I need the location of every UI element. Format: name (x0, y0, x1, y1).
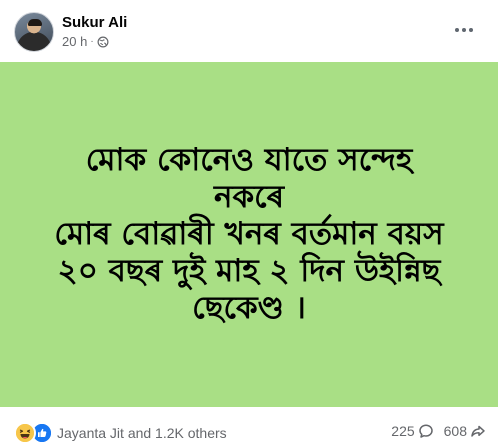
text-banner: মোক কোনেও যাতে সন্দেহ নকৰে মোৰ বোৱাৰী খন… (0, 62, 498, 407)
post-header: Sukur Ali 20 h · (0, 0, 498, 60)
avatar[interactable] (14, 12, 54, 52)
banner-line: নকৰে (213, 179, 285, 215)
share-icon (471, 425, 485, 437)
more-options-button[interactable] (446, 14, 482, 46)
meta-separator: · (90, 36, 94, 47)
post-meta: 20 h · (62, 34, 109, 50)
haha-icon (14, 422, 36, 444)
banner-text: মোক কোনেও যাতে সন্দেহ নকৰে মোৰ বোৱাৰী খন… (20, 142, 478, 327)
avatar-hair (28, 19, 42, 26)
author-name[interactable]: Sukur Ali (62, 14, 127, 32)
banner-line: মোক কোনেও যাতে সন্দেহ (85, 142, 413, 178)
banner-line: মোৰ বোৱাৰী খনৰ বৰ্তমান বয়স (54, 216, 444, 252)
shares-count[interactable]: 608 (444, 423, 486, 439)
banner-line: ছেকেণ্ড । (192, 290, 306, 326)
post-card: Sukur Ali 20 h · মোক কোনেও যাতে সন্দেহ ন… (0, 0, 498, 447)
shares-count-value: 608 (443, 423, 467, 439)
banner-line: ২০ বছৰ দুই মাহ ২ দিন উইন্নিছ (57, 253, 441, 289)
comments-count-value: 225 (391, 423, 415, 439)
post-time[interactable]: 20 h (62, 34, 87, 50)
post-footer: Jayanta Jit and 1.2K others 225 608 (0, 417, 498, 447)
reactors-text: Jayanta Jit and 1.2K others (57, 425, 227, 441)
comments-count[interactable]: 225 (391, 423, 433, 439)
engagement-counts: 225 608 (391, 423, 486, 439)
more-horizontal-icon (455, 28, 473, 32)
reactions-summary[interactable]: Jayanta Jit and 1.2K others (14, 422, 227, 444)
comment-icon (418, 424, 433, 438)
globe-icon (97, 36, 109, 48)
